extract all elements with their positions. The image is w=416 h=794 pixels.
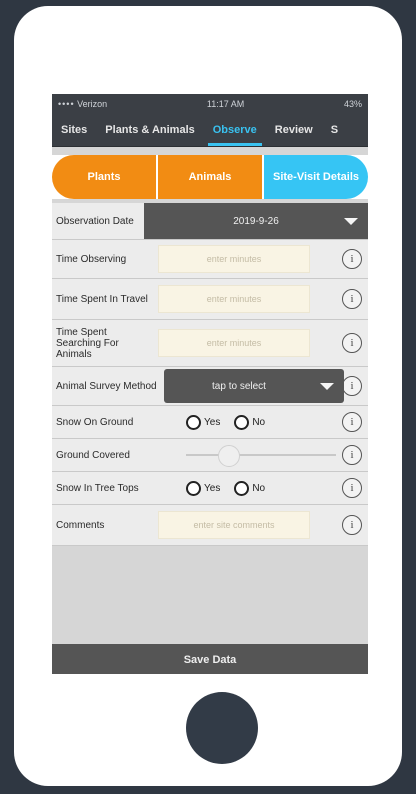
save-data-button[interactable]: Save Data bbox=[52, 644, 368, 674]
time-searching-control: enter minutes bbox=[158, 329, 338, 357]
home-button[interactable] bbox=[186, 692, 258, 764]
time-observing-control: enter minutes bbox=[158, 245, 338, 273]
radio-label: No bbox=[252, 482, 266, 494]
info-icon[interactable]: i bbox=[342, 376, 362, 396]
survey-method-label: Animal Survey Method bbox=[56, 380, 157, 392]
ground-covered-slider[interactable] bbox=[186, 442, 336, 468]
snow-ground-yes-radio[interactable]: Yes bbox=[186, 414, 221, 430]
phone-frame: •••• Verizon 11:17 AM 43% Sites Plants &… bbox=[14, 6, 402, 786]
observation-date-picker[interactable]: 2019-9-26 bbox=[144, 203, 368, 239]
segment-site-visit-details[interactable]: Site-Visit Details bbox=[264, 155, 368, 199]
app-screen: •••• Verizon 11:17 AM 43% Sites Plants &… bbox=[52, 94, 368, 674]
survey-method-control: tap to select bbox=[164, 369, 344, 403]
tab-overflow[interactable]: S bbox=[322, 114, 347, 146]
row-snow-ground: Snow On Ground Yes No i bbox=[52, 406, 368, 439]
radio-circle-icon bbox=[186, 480, 201, 496]
survey-method-value: tap to select bbox=[212, 380, 266, 392]
chevron-down-icon bbox=[344, 218, 358, 225]
snow-trees-yes-radio[interactable]: Yes bbox=[186, 480, 221, 496]
survey-method-select[interactable]: tap to select bbox=[164, 369, 344, 403]
carrier-label: •••• Verizon bbox=[58, 99, 108, 109]
tab-plants-animals[interactable]: Plants & Animals bbox=[96, 114, 203, 146]
row-comments: Comments enter site comments i bbox=[52, 505, 368, 546]
battery-label: 43% bbox=[343, 99, 362, 109]
snow-ground-options: Yes No bbox=[186, 414, 338, 430]
chevron-down-icon bbox=[320, 383, 334, 390]
radio-label: Yes bbox=[204, 416, 221, 428]
info-icon[interactable]: i bbox=[342, 515, 362, 535]
info-icon[interactable]: i bbox=[342, 445, 362, 465]
info-icon[interactable]: i bbox=[342, 478, 362, 498]
row-time-observing: Time Observing enter minutes i bbox=[52, 240, 368, 279]
time-searching-label: Time Spent Searching For Animals bbox=[56, 326, 119, 360]
info-icon[interactable]: i bbox=[342, 333, 362, 353]
row-time-travel: Time Spent In Travel enter minutes i bbox=[52, 279, 368, 320]
time-travel-label: Time Spent In Travel bbox=[56, 293, 148, 305]
radio-circle-icon bbox=[186, 414, 201, 430]
comments-input[interactable]: enter site comments bbox=[158, 511, 310, 539]
time-travel-control: enter minutes bbox=[158, 285, 338, 313]
radio-label: Yes bbox=[204, 482, 221, 494]
radio-circle-icon bbox=[234, 480, 250, 496]
snow-trees-no-radio[interactable]: No bbox=[234, 480, 266, 496]
observation-date-label: Observation Date bbox=[56, 215, 134, 227]
slider-track bbox=[186, 454, 336, 456]
clock: 11:17 AM bbox=[206, 99, 245, 109]
tab-review[interactable]: Review bbox=[266, 114, 322, 146]
ground-covered-control bbox=[186, 442, 338, 468]
segment-plants[interactable]: Plants bbox=[52, 155, 156, 199]
observation-date-value: 2019-9-26 bbox=[233, 215, 279, 227]
top-navigation: Sites Plants & Animals Observe Review S bbox=[52, 114, 368, 147]
row-ground-covered: Ground Covered i bbox=[52, 439, 368, 472]
row-snow-trees: Snow In Tree Tops Yes No i bbox=[52, 472, 368, 505]
snow-trees-options: Yes No bbox=[186, 480, 338, 496]
snow-ground-label: Snow On Ground bbox=[56, 416, 134, 428]
time-observing-label: Time Observing bbox=[56, 253, 127, 265]
row-time-searching: Time Spent Searching For Animals enter m… bbox=[52, 320, 368, 367]
segment-animals[interactable]: Animals bbox=[158, 155, 262, 199]
snow-trees-label: Snow In Tree Tops bbox=[56, 482, 139, 494]
comments-control: enter site comments bbox=[158, 511, 338, 539]
info-icon[interactable]: i bbox=[342, 412, 362, 432]
time-searching-input[interactable]: enter minutes bbox=[158, 329, 310, 357]
row-survey-method: Animal Survey Method tap to select i bbox=[52, 367, 368, 406]
info-icon[interactable]: i bbox=[342, 249, 362, 269]
radio-label: No bbox=[252, 416, 266, 428]
observation-form: Observation Date 2019-9-26 Time Observin… bbox=[52, 203, 368, 546]
time-observing-input[interactable]: enter minutes bbox=[158, 245, 310, 273]
ground-covered-label: Ground Covered bbox=[56, 449, 130, 461]
snow-ground-no-radio[interactable]: No bbox=[234, 414, 266, 430]
radio-circle-icon bbox=[234, 414, 250, 430]
comments-label: Comments bbox=[56, 519, 105, 531]
status-bar: •••• Verizon 11:17 AM 43% bbox=[52, 94, 368, 114]
tab-observe[interactable]: Observe bbox=[204, 114, 266, 146]
time-travel-input[interactable]: enter minutes bbox=[158, 285, 310, 313]
tab-sites[interactable]: Sites bbox=[52, 114, 96, 146]
slider-thumb[interactable] bbox=[218, 445, 240, 467]
row-observation-date: Observation Date 2019-9-26 bbox=[52, 203, 368, 240]
category-segmented-control: Plants Animals Site-Visit Details bbox=[52, 155, 368, 199]
info-icon[interactable]: i bbox=[342, 289, 362, 309]
